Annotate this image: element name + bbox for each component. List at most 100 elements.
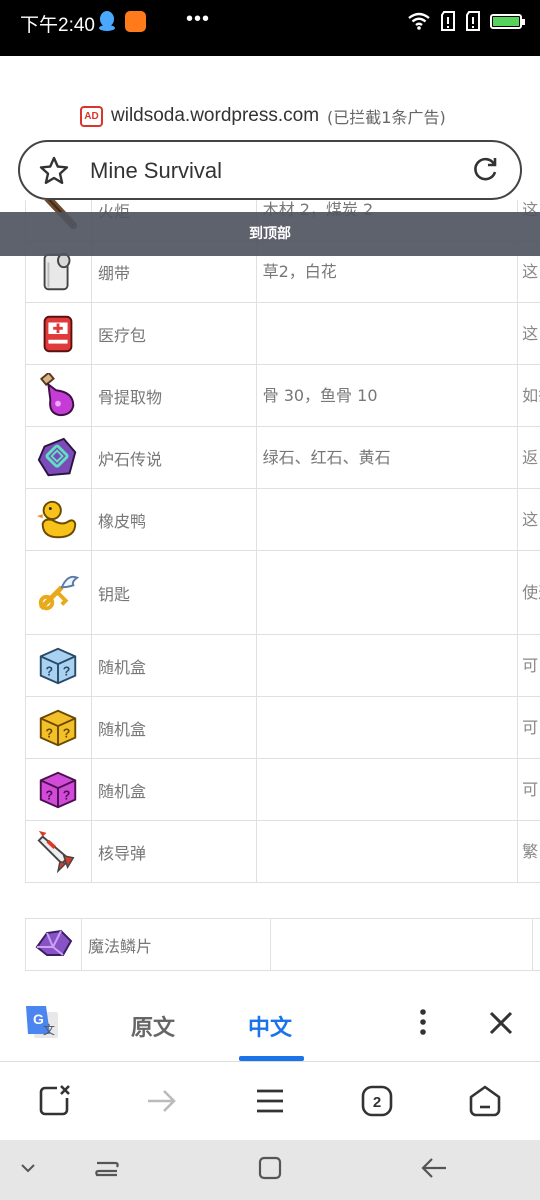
chevron-down-icon[interactable] [20, 1162, 36, 1174]
items-table: 火炬木材 2，煤炭 2这绷带草2，白花这医疗包这骨提取物骨 30，鱼骨 10如祭… [25, 200, 540, 883]
close-icon[interactable] [488, 1010, 514, 1036]
table-cell-icon: ?? [25, 758, 92, 821]
back-icon[interactable] [420, 1156, 448, 1180]
sim-card-icon [441, 11, 455, 31]
sim-card-2-icon [466, 11, 480, 31]
home-nav-icon[interactable] [258, 1156, 282, 1180]
svg-text:?: ? [63, 788, 71, 802]
browser-toolbar: 2 [0, 1062, 540, 1140]
ad-block-icon: AD [80, 105, 103, 127]
nuke-icon [37, 830, 75, 873]
table-cell-icon: ?? [25, 696, 92, 759]
item-note: 使这杀 [517, 550, 540, 635]
item-materials [270, 918, 533, 971]
item-name: 核导弹 [90, 820, 257, 883]
item-materials [255, 488, 519, 551]
table-cell-icon [25, 364, 92, 427]
tab-original[interactable]: 原文 [131, 1010, 175, 1042]
magic-scale-icon [35, 929, 72, 956]
item-name: 医疗包 [90, 302, 257, 365]
star-icon[interactable] [38, 155, 70, 187]
scroll-to-top-button[interactable]: 到顶部 [0, 212, 540, 256]
item-note: 返 [517, 426, 540, 489]
svg-text:?: ? [63, 664, 71, 678]
item-note: 可 [517, 634, 540, 697]
winged-key-icon [39, 575, 80, 610]
gold-mystery-box-icon: ?? [40, 709, 77, 746]
page-content[interactable]: 火炬木材 2，煤炭 2这绷带草2，白花这医疗包这骨提取物骨 30，鱼骨 10如祭… [0, 200, 540, 990]
item-note: 这 [517, 488, 540, 551]
table-cell-icon [25, 488, 92, 551]
table-row: ?? 随机盒 可 [25, 634, 540, 697]
blocked-ads-count: (已拦截1条广告) [327, 108, 446, 127]
table-row: 钥匙 使这杀 [25, 550, 540, 635]
tabs-icon[interactable]: 2 [360, 1084, 394, 1118]
purple-mystery-box-icon: ?? [40, 771, 77, 808]
system-nav-bar [0, 1140, 540, 1200]
recents-icon[interactable] [93, 1156, 121, 1180]
translate-bar: G 文 原文 中文 [0, 990, 540, 1062]
reload-icon[interactable] [470, 155, 500, 185]
table-cell-icon [25, 820, 92, 883]
table-row: 核导弹 繁 [25, 820, 540, 883]
close-tab-icon[interactable] [37, 1084, 71, 1118]
table-row: ?? 随机盒 可 [25, 696, 540, 759]
item-name: 随机盒 [90, 696, 257, 759]
item-note [532, 918, 540, 971]
item-materials [255, 696, 519, 759]
potion-icon [40, 372, 75, 416]
table-row: 橡皮鸭 这 [25, 488, 540, 551]
forward-icon[interactable] [144, 1084, 178, 1118]
battery-icon [490, 13, 525, 29]
more-notifications-icon: ••• [186, 8, 211, 30]
tab-chinese[interactable]: 中文 [248, 1010, 292, 1042]
item-name: 钥匙 [90, 550, 257, 635]
item-note: 繁 [517, 820, 540, 883]
svg-text:?: ? [46, 788, 54, 802]
item-materials [255, 758, 519, 821]
wen-letter: 文 [43, 1022, 55, 1037]
item-materials [255, 634, 519, 697]
table-cell-icon [25, 426, 92, 489]
site-domain[interactable]: wildsoda.wordpress.com [111, 105, 319, 127]
table-row: 医疗包 这 [25, 302, 540, 365]
table-cell-icon [25, 302, 92, 365]
table-cell-icon [25, 550, 92, 635]
menu-icon[interactable] [253, 1084, 287, 1118]
ad-block-line: AD wildsoda.wordpress.com (已拦截1条广告) [80, 104, 446, 128]
hearthstone-icon [38, 437, 77, 476]
page-title[interactable]: Mine Survival [90, 158, 222, 184]
item-materials [255, 820, 519, 883]
address-bar[interactable]: Mine Survival [18, 140, 522, 200]
wifi-icon [408, 12, 430, 30]
item-name: 随机盒 [90, 634, 257, 697]
table-cell-icon: ?? [25, 634, 92, 697]
item-name: 随机盒 [90, 758, 257, 821]
uc-browser-icon [125, 11, 146, 32]
svg-text:?: ? [46, 664, 54, 678]
items-table-2: 魔法鳞片 [25, 918, 540, 971]
more-options-icon[interactable] [414, 1008, 432, 1036]
item-note: 这 [517, 302, 540, 365]
google-translate-icon[interactable]: G 文 [24, 1004, 60, 1040]
item-name: 橡皮鸭 [90, 488, 257, 551]
item-name: 骨提取物 [90, 364, 257, 427]
item-materials [255, 302, 519, 365]
item-name: 魔法鳞片 [81, 918, 271, 971]
svg-text:?: ? [46, 726, 54, 740]
blue-mystery-box-icon: ?? [40, 647, 77, 684]
home-icon[interactable] [468, 1084, 502, 1118]
table-row: ?? 随机盒 可 [25, 758, 540, 821]
item-materials: 骨 30，鱼骨 10 [255, 364, 519, 427]
active-tab-indicator [239, 1056, 304, 1061]
item-note: 可 [517, 758, 540, 821]
rubber-duck-icon [37, 500, 77, 538]
table-row: 魔法鳞片 [25, 918, 540, 971]
table-row: 骨提取物骨 30，鱼骨 10如祭 [25, 364, 540, 427]
tab-count: 2 [373, 1094, 381, 1111]
table-cell-icon [25, 918, 82, 971]
status-time: 下午2:40 [20, 15, 95, 36]
item-name: 炉石传说 [90, 426, 257, 489]
item-note: 可 [517, 696, 540, 759]
qq-icon [99, 11, 115, 31]
